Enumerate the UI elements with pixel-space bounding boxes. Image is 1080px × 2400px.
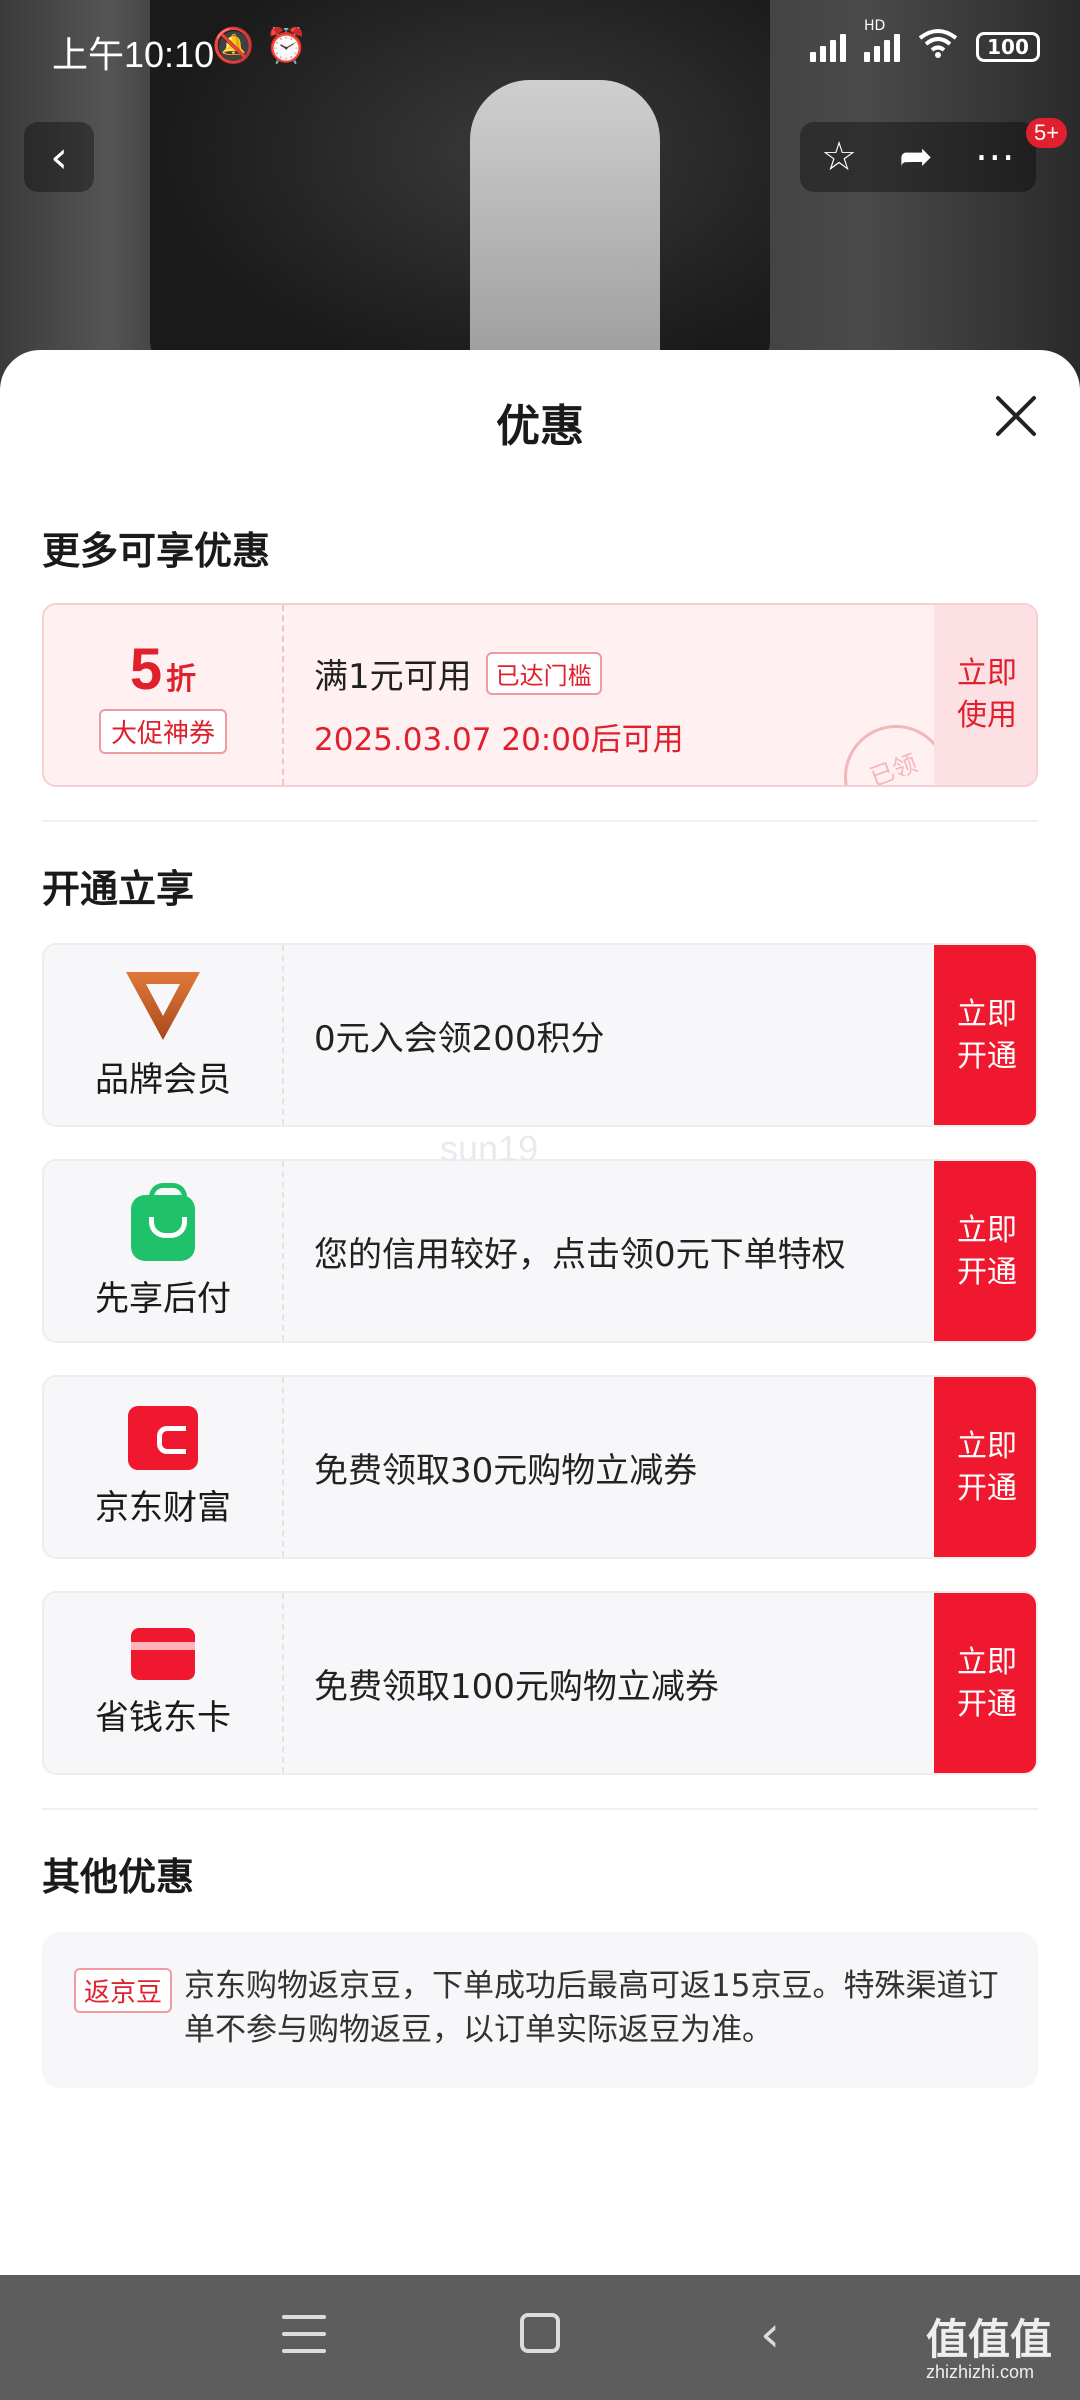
system-back-icon[interactable]: ‹ bbox=[760, 2305, 780, 2363]
coupon-condition-row: 满1元可用 已达门槛 bbox=[314, 649, 684, 698]
message-badge: 5+ bbox=[1026, 118, 1068, 148]
benefit-card-pay-later[interactable]: 先享后付 您的信用较好，点击领0元下单特权 立即开通 bbox=[42, 1159, 1038, 1343]
benefit-card-brand-member[interactable]: 品牌会员 0元入会领200积分 立即开通 bbox=[42, 943, 1038, 1127]
shopping-bag-icon bbox=[131, 1182, 195, 1261]
share-icon[interactable]: ➦ bbox=[899, 134, 933, 180]
benefit-logo: 品牌会员 bbox=[44, 945, 284, 1125]
battery-icon: 100 bbox=[976, 31, 1040, 62]
open-button[interactable]: 立即开通 bbox=[934, 1593, 1036, 1773]
benefit-logo: 京东财富 bbox=[44, 1377, 284, 1557]
section-title-more: 更多可享优惠 bbox=[42, 529, 271, 573]
brand-watermark: 值值值 bbox=[926, 2315, 1053, 2364]
benefit-text: 0元入会领200积分 bbox=[314, 1018, 605, 1059]
open-button-label: 立即开通 bbox=[957, 1429, 1017, 1506]
section-title-open: 开通立享 bbox=[42, 867, 195, 911]
benefit-logo: 省钱东卡 bbox=[44, 1593, 284, 1773]
close-icon bbox=[996, 396, 1036, 436]
status-right-group: HD 100 bbox=[810, 18, 1040, 65]
product-photo-shirt bbox=[470, 80, 660, 380]
open-button[interactable]: 立即开通 bbox=[934, 1377, 1036, 1557]
signal-icon bbox=[810, 32, 846, 62]
open-button-label: 立即开通 bbox=[957, 1213, 1017, 1290]
favorite-star-icon[interactable]: ☆ bbox=[821, 134, 857, 180]
wifi-icon bbox=[918, 28, 958, 65]
coupon-date: 2025.03.07 20:00后可用 bbox=[314, 722, 684, 758]
coupon-number: 5 bbox=[129, 637, 163, 702]
watermark-text: sun19 bbox=[440, 1128, 539, 1169]
coupon-threshold-badge: 已达门槛 bbox=[485, 652, 602, 695]
coupon-unit: 折 bbox=[166, 662, 197, 697]
back-button[interactable]: ‹ bbox=[24, 122, 94, 192]
status-bar: 上午10:10 🔕 ⏰ HD 100 bbox=[0, 0, 1080, 100]
close-button[interactable] bbox=[986, 386, 1046, 446]
mute-bell-icon: 🔕 bbox=[212, 26, 255, 66]
coupon-tag: 大促神券 bbox=[98, 709, 227, 754]
brand-v-icon bbox=[126, 971, 200, 1040]
divider bbox=[42, 820, 1038, 822]
coupon-details: 满1元可用 已达门槛 2025.03.07 20:00后可用 bbox=[314, 649, 684, 759]
top-actions-group: ☆ ➦ ⋯ bbox=[800, 122, 1036, 192]
use-coupon-label: 立即使用 bbox=[957, 656, 1017, 733]
coupon-card: 5 折 大促神券 满1元可用 已达门槛 2025.03.07 20:00后可用 … bbox=[42, 603, 1038, 787]
status-time: 上午10:10 bbox=[52, 34, 215, 75]
wallet-icon bbox=[128, 1405, 198, 1470]
benefit-name: 京东财富 bbox=[95, 1487, 231, 1528]
divider bbox=[42, 1808, 1038, 1810]
status-notification-icons: 🔕 ⏰ bbox=[212, 26, 308, 66]
open-button-label: 立即开通 bbox=[957, 1645, 1017, 1722]
open-button[interactable]: 立即开通 bbox=[934, 1161, 1036, 1341]
benefit-card-jd-wealth[interactable]: 京东财富 免费领取30元购物立减券 立即开通 bbox=[42, 1375, 1038, 1559]
benefit-name: 品牌会员 bbox=[95, 1059, 231, 1100]
benefit-text: 免费领取30元购物立减券 bbox=[314, 1450, 698, 1491]
coupon-discount: 5 折 bbox=[130, 636, 196, 703]
alarm-icon: ⏰ bbox=[265, 26, 308, 66]
open-button-label: 立即开通 bbox=[957, 997, 1017, 1074]
jd-beans-info: 返京豆 京东购物返京豆，下单成功后最高可返15京豆。特殊渠道订单不参与购物返豆，… bbox=[42, 1932, 1038, 2088]
more-icon[interactable]: ⋯ bbox=[975, 134, 1015, 180]
benefit-text: 免费领取100元购物立减券 bbox=[314, 1666, 719, 1707]
menu-icon[interactable] bbox=[282, 2315, 326, 2353]
system-nav-bar: ‹ bbox=[0, 2275, 1080, 2400]
offers-sheet: 优惠 更多可享优惠 5 折 大促神券 满1元可用 已达门槛 2025.03.07… bbox=[0, 350, 1080, 2275]
home-icon[interactable] bbox=[520, 2313, 560, 2353]
coupon-condition: 满1元可用 bbox=[314, 657, 472, 697]
benefit-card-saving-card[interactable]: 省钱东卡 免费领取100元购物立减券 立即开通 bbox=[42, 1591, 1038, 1775]
coupon-value: 5 折 大促神券 bbox=[44, 605, 284, 785]
site-watermark: zhizhizhi.com bbox=[926, 2362, 1035, 2382]
section-title-other: 其他优惠 bbox=[42, 1855, 195, 1899]
network-label: HD bbox=[864, 17, 886, 34]
benefit-text: 您的信用较好，点击领0元下单特权 bbox=[314, 1234, 846, 1275]
benefit-name: 省钱东卡 bbox=[95, 1697, 231, 1738]
jd-beans-text: 京东购物返京豆，下单成功后最高可返15京豆。特殊渠道订单不参与购物返豆，以订单实… bbox=[184, 1968, 999, 2048]
benefit-logo: 先享后付 bbox=[44, 1161, 284, 1341]
open-button[interactable]: 立即开通 bbox=[934, 945, 1036, 1125]
benefit-name: 先享后付 bbox=[95, 1278, 231, 1319]
jd-beans-tag: 返京豆 bbox=[74, 1968, 173, 2013]
signal-hd-icon: HD bbox=[864, 18, 900, 62]
use-coupon-button[interactable]: 立即使用 bbox=[934, 605, 1036, 785]
sheet-title: 优惠 bbox=[496, 401, 584, 452]
card-icon bbox=[131, 1627, 195, 1680]
back-arrow-icon: ‹ bbox=[50, 131, 68, 183]
